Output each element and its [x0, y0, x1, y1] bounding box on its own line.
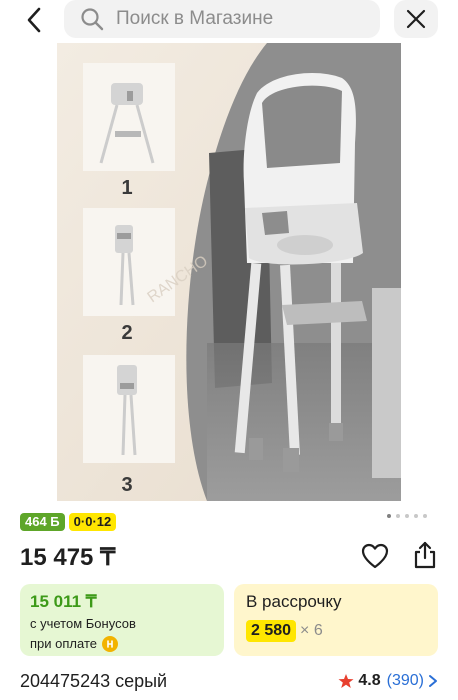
share-button[interactable]	[411, 540, 439, 570]
share-icon	[414, 541, 436, 569]
installment-row: 2 580 × 6	[246, 620, 426, 642]
product-info-row: 204475243 серый 4.8 (390)	[20, 668, 438, 694]
back-button[interactable]	[18, 4, 50, 36]
product-image[interactable]: 1 2 3 RANCHO	[57, 43, 401, 501]
bonus-badge: 464 Б	[20, 513, 65, 531]
chevron-right-icon	[428, 674, 438, 688]
step-3-label: 3	[121, 474, 132, 496]
top-bar	[0, 0, 458, 40]
bonus-price-card[interactable]: 15 011 ₸ с учетом Бонусов при оплате	[20, 584, 224, 656]
installment-title: В рассрочку	[246, 592, 342, 611]
step-2-label: 2	[121, 322, 132, 344]
star-icon	[338, 673, 354, 689]
bonus-line-1: с учетом Бонусов	[30, 616, 136, 631]
close-button[interactable]	[394, 0, 438, 38]
heart-icon	[361, 543, 389, 569]
product-photo: 1 2 3 RANCHO	[57, 43, 401, 501]
pagination-dot[interactable]	[423, 514, 427, 518]
product-price: 15 475 ₸	[20, 544, 116, 571]
search-input[interactable]	[116, 8, 356, 30]
pagination-dot[interactable]	[405, 514, 409, 518]
rating-value: 4.8	[358, 672, 381, 689]
installment-amount: 2 580	[246, 620, 297, 642]
installment-card[interactable]: В рассрочку 2 580 × 6	[234, 584, 438, 656]
pagination-dot[interactable]	[414, 514, 418, 518]
close-icon	[406, 9, 426, 29]
installment-times: × 6	[300, 622, 323, 639]
bonus-line-2-row: при оплате	[30, 636, 214, 652]
favorite-button[interactable]	[360, 542, 390, 570]
pagination-dot[interactable]	[387, 514, 391, 518]
back-arrow-icon	[27, 7, 41, 33]
coin-icon	[101, 636, 118, 652]
bonus-price: 15 011 ₸	[30, 592, 97, 611]
bonus-line-2: при оплате	[30, 636, 97, 651]
image-pagination[interactable]	[387, 514, 427, 518]
reviews-count[interactable]: (390)	[387, 672, 424, 690]
search-icon	[80, 7, 104, 31]
step-1-label: 1	[121, 177, 132, 199]
pagination-dot[interactable]	[396, 514, 400, 518]
badges: 464 Б 0·0·12	[20, 513, 117, 531]
product-title: 204475243 серый	[20, 670, 168, 691]
rating-link[interactable]: 4.8 (390)	[338, 672, 438, 690]
installment-badge: 0·0·12	[68, 513, 117, 531]
search-bar[interactable]	[64, 0, 380, 38]
